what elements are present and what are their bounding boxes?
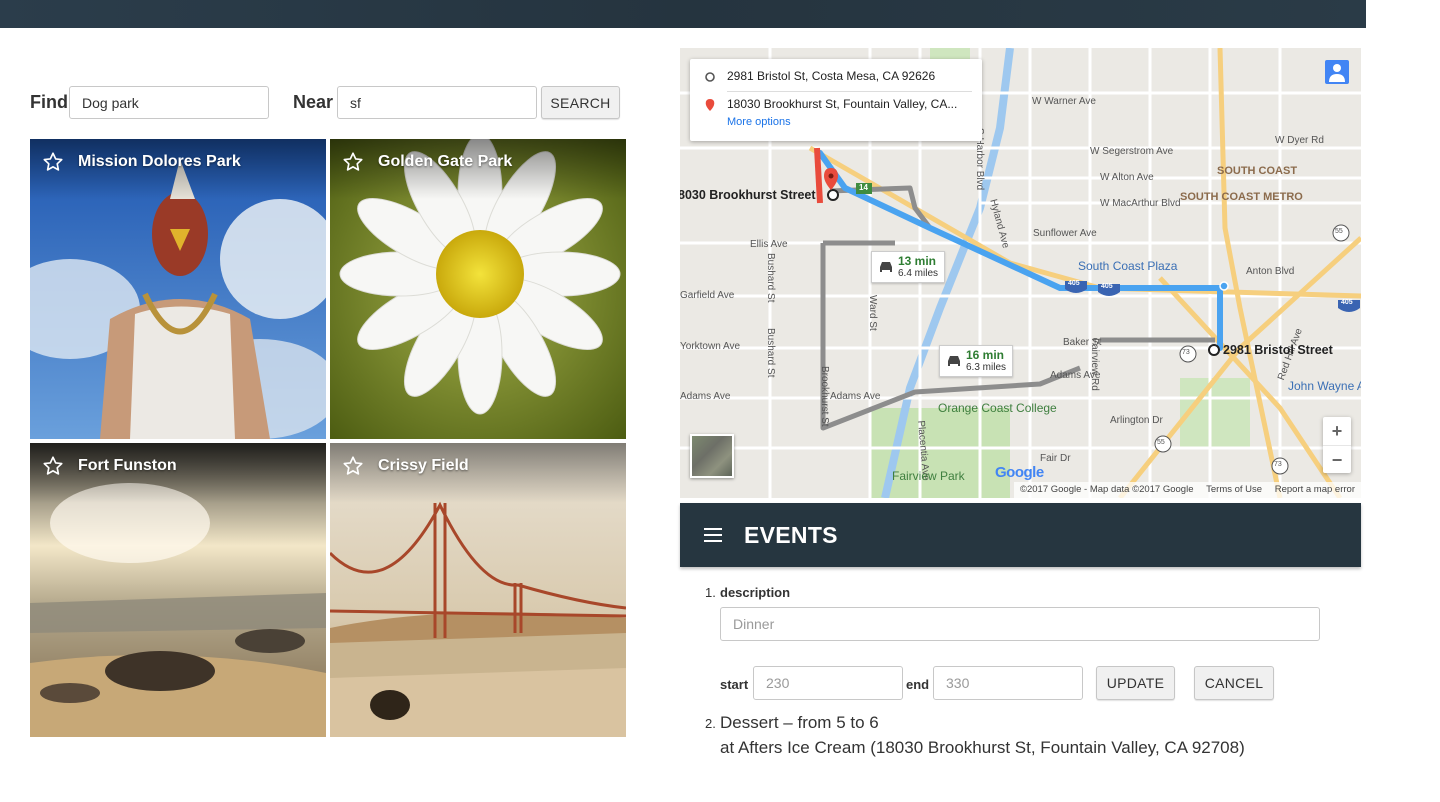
star-icon[interactable] bbox=[42, 455, 64, 477]
star-icon[interactable] bbox=[342, 455, 364, 477]
map-poi-label: Orange Coast College bbox=[938, 401, 1057, 415]
search-button[interactable]: SEARCH bbox=[541, 86, 620, 119]
map-street-label: Adams Ave bbox=[680, 391, 731, 402]
map-poi-label: South Coast Plaza bbox=[1078, 259, 1178, 273]
highway-shield: 405 bbox=[1101, 283, 1113, 290]
map[interactable]: W Warner Ave W Segerstrom Ave W Dyer Rd … bbox=[680, 48, 1361, 498]
start-input[interactable] bbox=[753, 666, 903, 700]
route-time: 16 min bbox=[966, 348, 1005, 362]
place-tile-crissy-field[interactable]: Crissy Field bbox=[330, 443, 626, 737]
more-options-link[interactable]: More options bbox=[727, 116, 791, 128]
route-distance: 6.3 miles bbox=[966, 362, 1007, 373]
highway-shield: 55 bbox=[1157, 439, 1165, 446]
report-link[interactable]: Report a map error bbox=[1275, 484, 1355, 495]
place-tile-mission-dolores[interactable]: Mission Dolores Park bbox=[30, 139, 326, 439]
google-logo: Google bbox=[995, 464, 1044, 481]
highway-shield: 405 bbox=[1341, 299, 1353, 306]
exit-badge: 14 bbox=[859, 183, 868, 192]
person-icon bbox=[1329, 64, 1345, 82]
map-street-label: Brookhurst St bbox=[819, 366, 830, 427]
map-street-label: W Warner Ave bbox=[1032, 96, 1096, 107]
map-street-label: Bushard St bbox=[765, 253, 776, 303]
map-pin-label: 8030 Brookhurst Street bbox=[680, 188, 816, 202]
map-street-label: Anton Blvd bbox=[1246, 266, 1295, 277]
description-label: description bbox=[720, 585, 791, 600]
tile-title: Golden Gate Park bbox=[378, 153, 513, 170]
zoom-controls: + − bbox=[1323, 417, 1351, 473]
star-icon[interactable] bbox=[342, 151, 364, 173]
star-icon[interactable] bbox=[42, 151, 64, 173]
map-area-label: SOUTH COAST bbox=[1217, 165, 1298, 177]
end-input[interactable] bbox=[933, 666, 1083, 700]
event-number: 2. bbox=[705, 716, 716, 731]
place-tile-fort-funston[interactable]: Fort Funston bbox=[30, 443, 326, 737]
find-input[interactable] bbox=[69, 86, 269, 119]
map-street-label: Bushard St bbox=[765, 328, 776, 378]
map-street-label: Fairview Rd bbox=[1089, 338, 1100, 391]
map-street-label: Ellis Ave bbox=[750, 239, 788, 250]
map-street-label: Arlington Dr bbox=[1110, 415, 1163, 426]
route-option-2[interactable]: 16 min 6.3 miles bbox=[939, 345, 1014, 377]
highway-shield: 405 bbox=[1068, 280, 1080, 287]
map-poi-label: John Wayne Airport bbox=[1288, 379, 1361, 393]
highway-shield: 73 bbox=[1182, 349, 1190, 356]
highway-shield: 73 bbox=[1274, 461, 1282, 468]
map-footer: ©2017 Google - Map data ©2017 Google Ter… bbox=[1013, 482, 1361, 498]
origin-circle-icon bbox=[705, 72, 715, 82]
route-distance: 6.4 miles bbox=[898, 268, 939, 279]
near-label: Near bbox=[293, 92, 334, 112]
description-input[interactable] bbox=[720, 607, 1320, 641]
map-street-label: W Alton Ave bbox=[1100, 172, 1154, 183]
event-number: 1. bbox=[705, 585, 716, 600]
tile-title: Fort Funston bbox=[78, 457, 177, 474]
near-input[interactable] bbox=[337, 86, 537, 119]
route-option-1[interactable]: 13 min 6.4 miles bbox=[871, 251, 946, 283]
map-street-label: W Dyer Rd bbox=[1275, 135, 1324, 146]
directions-from-text: 2981 Bristol St, Costa Mesa, CA 92626 bbox=[727, 69, 936, 83]
zoom-out-button[interactable]: − bbox=[1323, 445, 1351, 474]
map-street-label: Adams Ave bbox=[830, 391, 881, 402]
map-street-label: Yorktown Ave bbox=[680, 341, 741, 352]
map-area-label: SOUTH COAST METRO bbox=[1180, 191, 1303, 203]
end-label: end bbox=[906, 677, 930, 692]
top-bar bbox=[0, 0, 1366, 28]
update-button[interactable]: UPDATE bbox=[1096, 666, 1175, 700]
events-header: EVENTS bbox=[680, 503, 1361, 567]
tile-title: Mission Dolores Park bbox=[78, 153, 241, 170]
map-street-label: Sunflower Ave bbox=[1033, 228, 1097, 239]
event-summary: Dessert – from 5 to 6 bbox=[720, 713, 879, 732]
events-title: EVENTS bbox=[744, 522, 838, 548]
zoom-in-button[interactable]: + bbox=[1323, 417, 1351, 445]
start-label: start bbox=[720, 677, 749, 692]
menu-icon[interactable] bbox=[704, 528, 722, 542]
street-view-pegman[interactable] bbox=[1325, 60, 1349, 84]
car-icon bbox=[880, 262, 892, 272]
directions-to-text: 18030 Brookhurst St, Fountain Valley, CA… bbox=[727, 97, 958, 111]
map-street-label: Ward St bbox=[867, 295, 878, 331]
highway-shield: 55 bbox=[1335, 228, 1343, 235]
find-label: Find bbox=[30, 92, 68, 112]
map-copyright: ©2017 Google - Map data ©2017 Google bbox=[1019, 484, 1194, 495]
tile-title: Crissy Field bbox=[378, 457, 469, 474]
cancel-button[interactable]: CANCEL bbox=[1194, 666, 1274, 700]
map-poi-label: Fairview Park bbox=[892, 469, 965, 483]
directions-panel: 2981 Bristol St, Costa Mesa, CA 92626 18… bbox=[690, 59, 982, 141]
place-tile-golden-gate-park[interactable]: Golden Gate Park bbox=[330, 139, 626, 439]
map-street-label: W Segerstrom Ave bbox=[1090, 146, 1174, 157]
destination-pin-icon bbox=[705, 99, 715, 111]
terms-link[interactable]: Terms of Use bbox=[1206, 484, 1262, 495]
event-location: at Afters Ice Cream (18030 Brookhurst St… bbox=[720, 738, 1245, 757]
route-time: 13 min bbox=[898, 254, 937, 268]
satellite-toggle[interactable] bbox=[690, 434, 734, 478]
map-pin-label: 2981 Bristol Street bbox=[1223, 343, 1333, 357]
car-icon bbox=[948, 356, 960, 366]
map-street-label: W MacArthur Blvd bbox=[1100, 198, 1181, 209]
map-street-label: Garfield Ave bbox=[680, 290, 735, 301]
map-street-label: Fair Dr bbox=[1040, 453, 1071, 464]
